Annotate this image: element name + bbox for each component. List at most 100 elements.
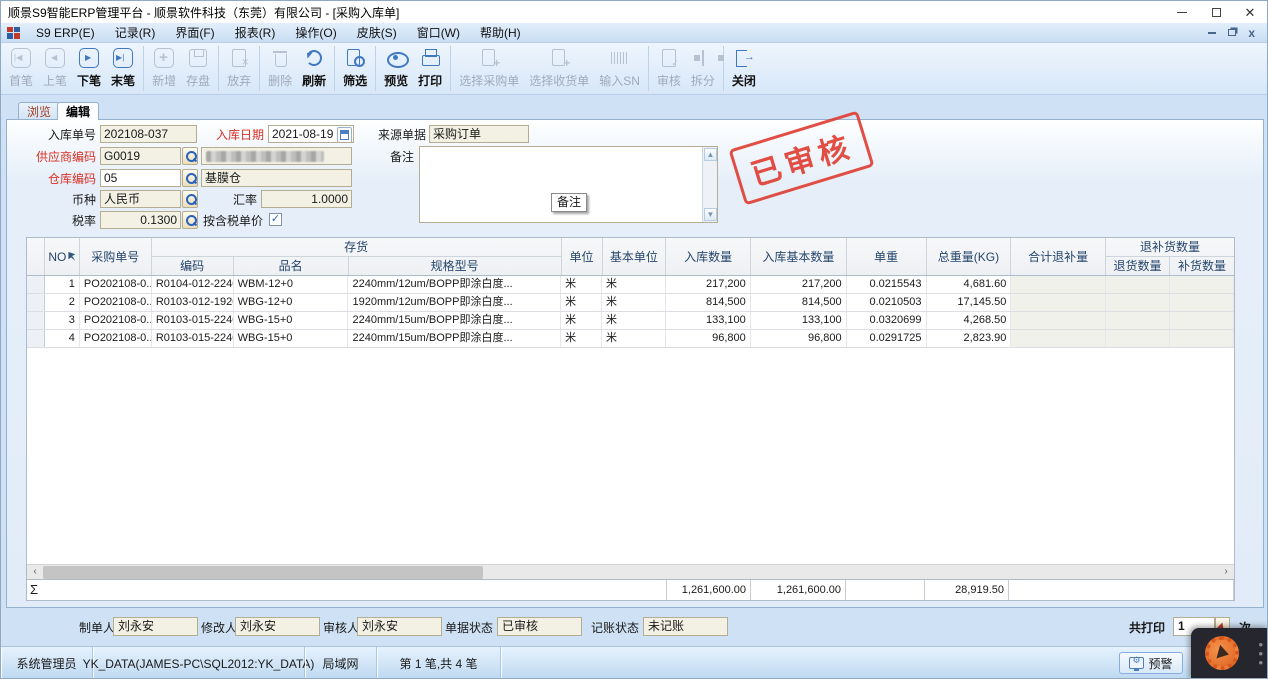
row-selector[interactable]	[27, 312, 45, 329]
scroll-right-icon[interactable]: ›	[1219, 566, 1233, 579]
overlay-app-logo-icon[interactable]	[1205, 636, 1239, 670]
toolbar-button-nav-prev: 上笔	[38, 43, 72, 94]
scroll-left-icon[interactable]: ‹	[28, 566, 42, 579]
menu-s9erp[interactable]: S9 ERP(E)	[26, 23, 105, 42]
nav-prev-icon	[43, 46, 67, 70]
row-selector[interactable]	[27, 294, 45, 311]
tax-rate-lookup-button[interactable]	[182, 211, 198, 229]
toolbar-button-input-sn: 输入SN	[594, 43, 645, 94]
alert-label: 预警	[1148, 655, 1172, 672]
row-selector[interactable]	[27, 330, 45, 347]
minimize-button[interactable]	[1165, 1, 1199, 23]
maximize-icon	[1212, 8, 1221, 17]
minimize-icon	[1177, 12, 1187, 13]
menu-window[interactable]: 窗口(W)	[407, 23, 470, 42]
toolbar-button-refresh[interactable]: 刷新	[297, 43, 331, 94]
overlay-menu-dots-icon[interactable]: •••	[1258, 640, 1263, 667]
table-row[interactable]: 1PO202108-0...R0104-012-2240-00WBM-12+02…	[27, 276, 1234, 294]
col-header-replenish-qty[interactable]: 补货数量	[1170, 257, 1234, 275]
tab-edit[interactable]: 编辑	[57, 102, 99, 120]
close-icon: ✕	[1245, 6, 1256, 19]
alert-button[interactable]: 预警	[1119, 652, 1183, 674]
maker-field: 刘永安	[113, 617, 198, 636]
col-header-base-unit[interactable]: 基本单位	[603, 238, 667, 275]
row-selector[interactable]	[27, 276, 45, 293]
horizontal-scrollbar[interactable]: ‹ ›	[27, 564, 1234, 579]
mdi-minimize-icon[interactable]	[1208, 32, 1216, 34]
totals-row: Σ 1,261,600.00 1,261,600.00 28,919.50	[27, 579, 1234, 600]
scroll-up-icon[interactable]: ▲	[704, 148, 717, 161]
col-header-return-group[interactable]: 退补货数量	[1106, 238, 1234, 257]
overlay-widget[interactable]: •••	[1191, 628, 1268, 679]
tax-inclusive-checkbox[interactable]: ✓	[269, 213, 282, 226]
exchange-rate-field: 1.0000	[261, 190, 352, 208]
warehouse-code-field[interactable]: 05	[100, 169, 181, 187]
toolbar-button-close-form[interactable]: 关闭	[727, 43, 761, 94]
doc-status-field: 已审核	[497, 617, 582, 636]
toolbar-separator	[259, 46, 260, 91]
toolbar-button-select-po: 选择采购单	[454, 43, 524, 94]
menu-skin[interactable]: 皮肤(S)	[347, 23, 407, 42]
nav-next-icon	[77, 46, 101, 70]
warehouse-lookup-button[interactable]	[182, 169, 198, 187]
toolbar-button-filter[interactable]: 筛选	[338, 43, 372, 94]
mdi-window-controls: x	[1208, 27, 1267, 39]
doc-status-label: 单据状态	[445, 619, 493, 637]
col-header-unit-weight[interactable]: 单重	[847, 238, 927, 275]
col-header-unit[interactable]: 单位	[562, 238, 603, 275]
toolbar-button-preview[interactable]: 预览	[379, 43, 413, 94]
toolbar-button-print[interactable]: 打印	[413, 43, 447, 94]
status-record-position: 第 1 笔,共 4 笔	[377, 647, 501, 679]
menu-operation[interactable]: 操作(O)	[285, 23, 346, 42]
menu-interface[interactable]: 界面(F)	[165, 23, 224, 42]
scroll-down-icon[interactable]: ▼	[704, 208, 717, 221]
tab-browse[interactable]: 浏览	[18, 102, 60, 120]
col-header-adj-total[interactable]: 合计退补量	[1011, 238, 1106, 275]
supplier-lookup-button[interactable]	[182, 147, 198, 165]
toolbar-button-nav-last[interactable]: 末笔	[106, 43, 140, 94]
menubar: S9 ERP(E) 记录(R) 界面(F) 报表(R) 操作(O) 皮肤(S) …	[1, 23, 1267, 43]
col-header-po[interactable]: 采购单号	[80, 238, 152, 275]
window-title: 顺景S9智能ERP管理平台 - 顺景软件科技（东莞）有限公司 - [采购入库单]	[1, 4, 399, 21]
nav-last-icon	[111, 46, 135, 70]
mdi-restore-icon[interactable]	[1228, 29, 1236, 36]
app-icon	[7, 27, 20, 39]
col-header-spec[interactable]: 规格型号	[349, 257, 562, 275]
calendar-icon[interactable]	[337, 127, 352, 143]
toolbar-button-nav-next[interactable]: 下笔	[72, 43, 106, 94]
col-header-total-weight[interactable]: 总重量(KG)	[927, 238, 1012, 275]
col-group-return: 退补货数量 退货数量 补货数量	[1106, 238, 1234, 275]
row-selector-header[interactable]	[27, 238, 45, 275]
col-header-inventory[interactable]: 存货	[152, 238, 562, 257]
table-row[interactable]: 3PO202108-0...R0103-015-2240-00WBG-15+02…	[27, 312, 1234, 330]
col-header-code[interactable]: 编码	[152, 257, 234, 275]
toolbar-button-save: 存盘	[181, 43, 215, 94]
print-count-label: 共打印	[1129, 619, 1165, 637]
menu-record[interactable]: 记录(R)	[105, 23, 166, 42]
tax-inclusive-label: 按含税单价	[201, 212, 263, 230]
toolbar-separator	[218, 46, 219, 91]
total-weight: 28,919.50	[924, 580, 1009, 600]
mdi-close-icon[interactable]: x	[1248, 27, 1255, 39]
alert-monitor-icon	[1129, 657, 1144, 669]
currency-lookup-button[interactable]	[182, 190, 198, 208]
audit-icon	[657, 46, 681, 70]
table-row[interactable]: 2PO202108-0...R0103-012-1920-00WBG-12+01…	[27, 294, 1234, 312]
col-header-return-qty[interactable]: 退货数量	[1106, 257, 1170, 275]
menu-help[interactable]: 帮助(H)	[470, 23, 531, 42]
close-button[interactable]: ✕	[1233, 1, 1267, 23]
delete-icon	[268, 46, 292, 70]
col-header-qty[interactable]: 入库数量	[666, 238, 751, 275]
toolbar-button-split: 拆分	[686, 43, 720, 94]
supplier-code-label: 供应商编码	[26, 148, 96, 166]
col-header-no[interactable]: NO	[45, 238, 80, 275]
menu-report[interactable]: 报表(R)	[225, 23, 286, 42]
scrollbar-thumb[interactable]	[43, 566, 483, 579]
table-row[interactable]: 4PO202108-0...R0103-015-2240-00WBG-15+02…	[27, 330, 1234, 348]
remark-scrollbar[interactable]: ▲ ▼	[702, 147, 717, 222]
col-header-base-qty[interactable]: 入库基本数量	[751, 238, 847, 275]
col-header-name[interactable]: 品名	[234, 257, 349, 275]
date-field[interactable]: 2021-08-19	[268, 125, 354, 143]
toolbar-separator	[648, 46, 649, 91]
maximize-button[interactable]	[1199, 1, 1233, 23]
